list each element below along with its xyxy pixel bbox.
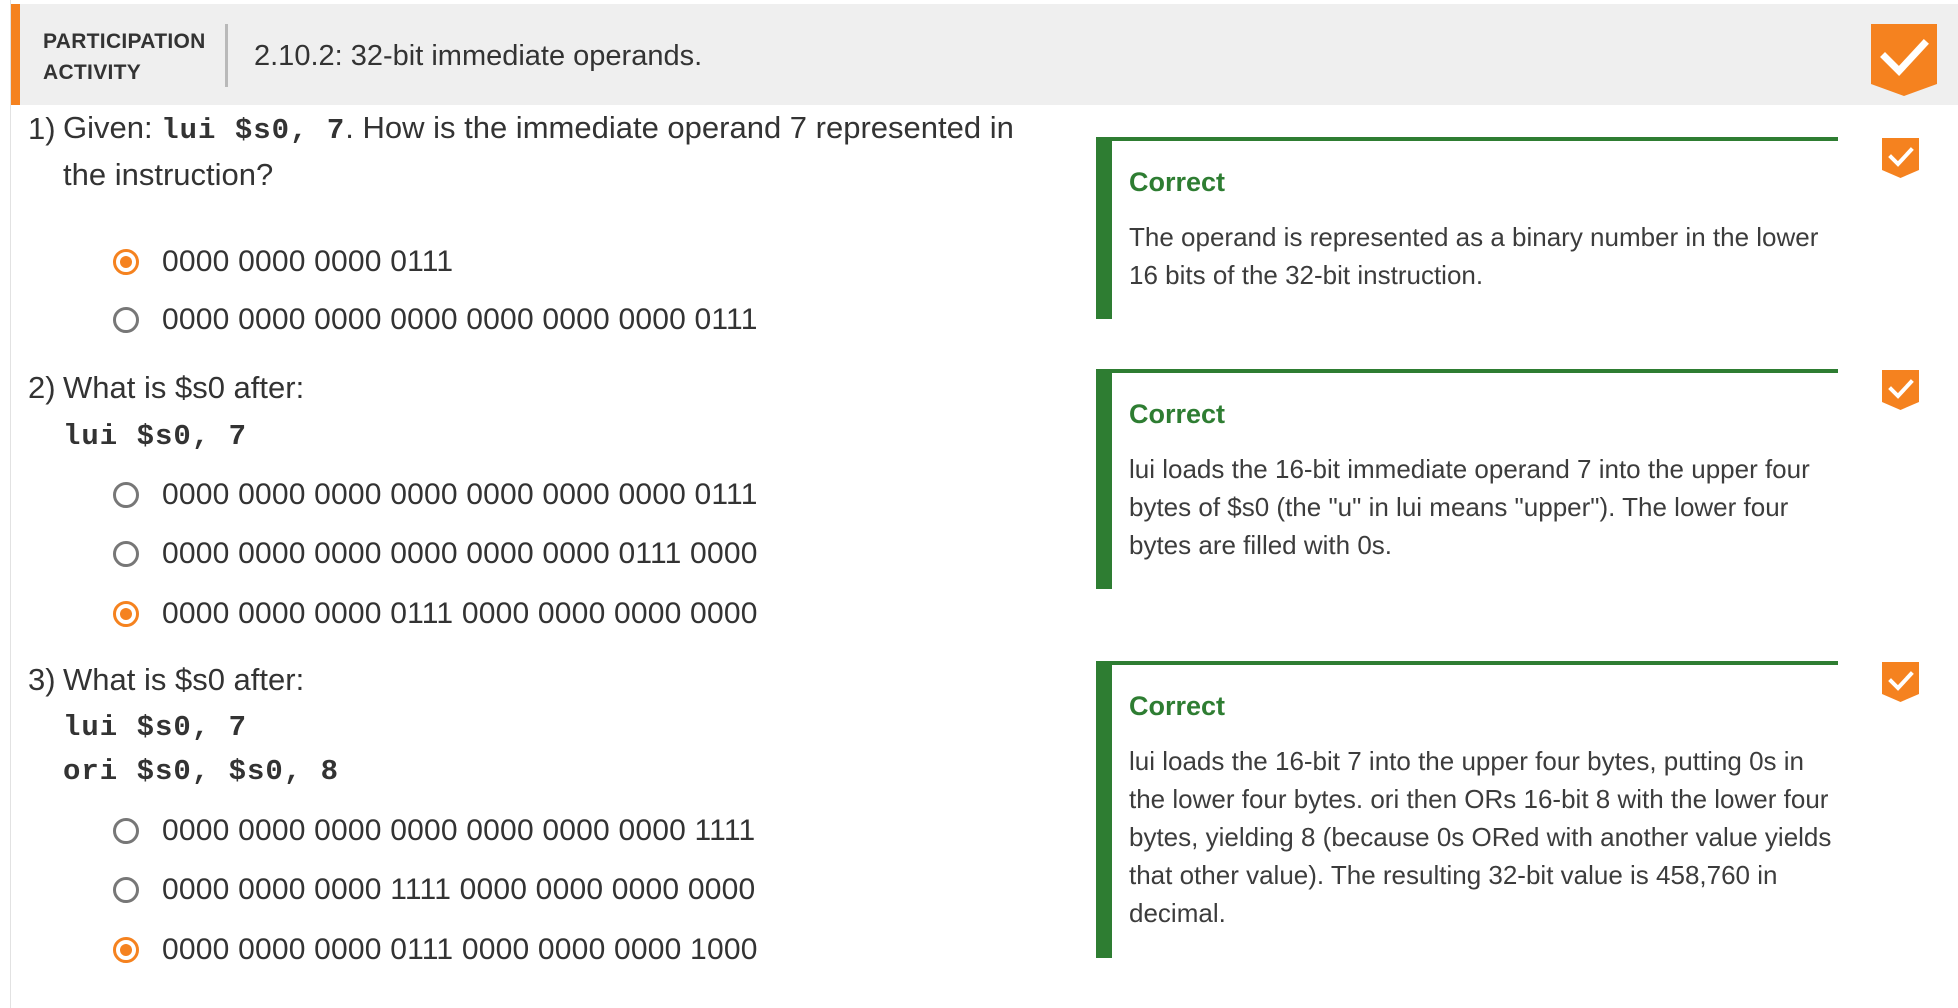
question-2-number: 2) bbox=[28, 370, 56, 405]
radio-selected-icon[interactable] bbox=[113, 601, 139, 627]
question-3-code-line-1: lui $s0, 7 bbox=[63, 711, 248, 744]
question-1-suffix: . How is the immediate operand 7 represe… bbox=[345, 110, 1014, 145]
q2-option-1-label: 0000 0000 0000 0000 0000 0000 0000 0111 bbox=[162, 478, 758, 511]
q3-option-2-label: 0000 0000 0000 1111 0000 0000 0000 0000 bbox=[162, 873, 756, 906]
q3-feedback-text: lui loads the 16-bit 7 into the upper fo… bbox=[1129, 746, 1832, 928]
question-2-prompt: What is $s0 after: bbox=[63, 370, 305, 405]
q3-option-2[interactable]: 0000 0000 0000 1111 0000 0000 0000 0000 bbox=[113, 870, 755, 910]
header-accent-bar bbox=[11, 4, 20, 105]
question-2-code-line-1: lui $s0, 7 bbox=[63, 420, 248, 453]
q2-option-3[interactable]: 0000 0000 0000 0111 0000 0000 0000 0000 bbox=[113, 594, 758, 634]
q1-option-1-label: 0000 0000 0000 0111 bbox=[162, 245, 454, 278]
q1-feedback-box: Correct The operand is represented as a … bbox=[1096, 137, 1838, 319]
q3-feedback-title: Correct bbox=[1129, 691, 1226, 721]
question-3-prompt: What is $s0 after: bbox=[63, 662, 305, 697]
question-3-code-line-2: ori $s0, $s0, 8 bbox=[63, 755, 340, 788]
question-1-number: 1) bbox=[28, 111, 56, 146]
activity-title: 2.10.2: 32-bit immediate operands. bbox=[254, 40, 703, 72]
question-1-code: lui $s0, 7 bbox=[161, 114, 346, 147]
question-3-number: 3) bbox=[28, 662, 56, 697]
q2-option-3-label: 0000 0000 0000 0111 0000 0000 0000 0000 bbox=[162, 597, 758, 630]
radio-unselected-icon[interactable] bbox=[113, 818, 139, 844]
q2-correct-checkmark-icon bbox=[1882, 370, 1919, 410]
radio-unselected-icon[interactable] bbox=[113, 877, 139, 903]
q2-feedback-title: Correct bbox=[1129, 399, 1226, 429]
q3-correct-checkmark-icon bbox=[1882, 662, 1919, 702]
q2-option-1[interactable]: 0000 0000 0000 0000 0000 0000 0000 0111 bbox=[113, 475, 758, 515]
q2-feedback-box: Correct lui loads the 16-bit immediate o… bbox=[1096, 369, 1838, 589]
activity-type-label: PARTICIPATION ACTIVITY bbox=[43, 26, 206, 88]
header-separator bbox=[225, 24, 228, 87]
q2-feedback-text: lui loads the 16-bit immediate operand 7… bbox=[1129, 454, 1810, 560]
completion-checkmark-icon bbox=[1871, 24, 1937, 96]
q2-option-2[interactable]: 0000 0000 0000 0000 0000 0000 0111 0000 bbox=[113, 534, 758, 574]
question-1-prefix: Given: bbox=[63, 110, 162, 145]
participation-activity-card: PARTICIPATION ACTIVITY 2.10.2: 32-bit im… bbox=[10, 0, 1958, 1008]
activity-type-line2: ACTIVITY bbox=[43, 61, 142, 84]
question-1-prompt: Given: lui $s0, 7. How is the immediate … bbox=[63, 106, 1014, 197]
question-1-prompt-line1: Given: lui $s0, 7. How is the immediate … bbox=[63, 106, 1014, 153]
q2-option-2-label: 0000 0000 0000 0000 0000 0000 0111 0000 bbox=[162, 537, 758, 570]
q3-option-3[interactable]: 0000 0000 0000 0111 0000 0000 0000 1000 bbox=[113, 930, 758, 970]
q1-correct-checkmark-icon bbox=[1882, 138, 1919, 178]
q3-option-3-label: 0000 0000 0000 0111 0000 0000 0000 1000 bbox=[162, 933, 758, 966]
q3-option-1-label: 0000 0000 0000 0000 0000 0000 0000 1111 bbox=[162, 814, 756, 847]
q1-option-2-label: 0000 0000 0000 0000 0000 0000 0000 0111 bbox=[162, 303, 758, 336]
activity-type-line1: PARTICIPATION bbox=[43, 30, 206, 53]
q1-feedback-text: The operand is represented as a binary n… bbox=[1129, 222, 1819, 290]
radio-unselected-icon[interactable] bbox=[113, 307, 139, 333]
radio-unselected-icon[interactable] bbox=[113, 541, 139, 567]
q3-option-1[interactable]: 0000 0000 0000 0000 0000 0000 0000 1111 bbox=[113, 811, 755, 851]
q1-feedback-title: Correct bbox=[1129, 167, 1226, 197]
radio-selected-icon[interactable] bbox=[113, 937, 139, 963]
q3-feedback-box: Correct lui loads the 16-bit 7 into the … bbox=[1096, 661, 1838, 958]
question-1-prompt-line2: the instruction? bbox=[63, 157, 274, 192]
radio-unselected-icon[interactable] bbox=[113, 482, 139, 508]
activity-header: PARTICIPATION ACTIVITY 2.10.2: 32-bit im… bbox=[11, 4, 1958, 105]
radio-selected-icon[interactable] bbox=[113, 249, 139, 275]
q1-option-1[interactable]: 0000 0000 0000 0111 bbox=[113, 242, 453, 282]
q1-option-2[interactable]: 0000 0000 0000 0000 0000 0000 0000 0111 bbox=[113, 300, 758, 340]
